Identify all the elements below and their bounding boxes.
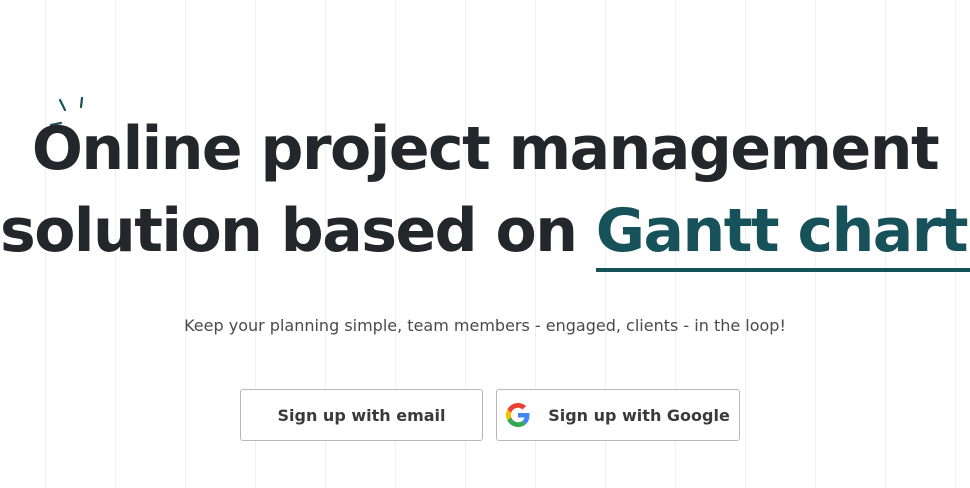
google-g-icon — [506, 403, 530, 427]
headline-line-1: Online project management — [31, 114, 940, 184]
hero-tagline: Keep your planning simple, team members … — [184, 316, 786, 335]
headline-accent: Gantt charts — [595, 196, 970, 272]
hero-headline: Online project management solution based… — [0, 108, 970, 272]
headline-line-2: solution based on Gantt charts — [0, 190, 970, 272]
sign-up-email-label: Sign up with email — [277, 405, 446, 425]
landing-page: Online project management solution based… — [0, 0, 970, 488]
headline-line-2-prefix: solution based on — [0, 196, 596, 266]
sign-up-google-button[interactable]: Sign up with Google — [496, 389, 740, 441]
sign-up-google-label: Sign up with Google — [548, 405, 730, 425]
sign-up-email-button[interactable]: Sign up with email — [240, 389, 483, 441]
